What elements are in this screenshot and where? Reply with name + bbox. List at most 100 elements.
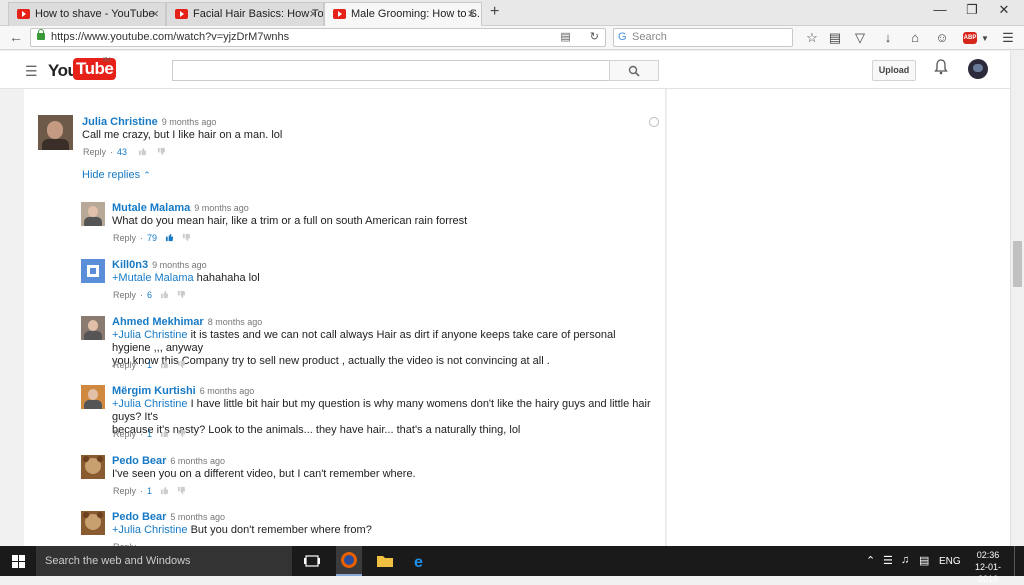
comment-text: +Julia Christine But you don't remember … bbox=[112, 524, 372, 536]
restore-icon[interactable]: ❐ bbox=[957, 2, 987, 18]
thumbs-up-icon[interactable] bbox=[160, 360, 169, 369]
action-center-icon[interactable]: ▤ bbox=[919, 554, 929, 567]
show-desktop-button[interactable] bbox=[1014, 546, 1024, 576]
reader-view-icon[interactable]: ▤ bbox=[560, 31, 570, 43]
reply-button[interactable]: Reply bbox=[113, 360, 136, 370]
close-tab-icon[interactable]: × bbox=[151, 3, 159, 25]
browser-search-placeholder: Search bbox=[632, 31, 667, 43]
url-field[interactable]: https://www.youtube.com/watch?v=yjzDrM7w… bbox=[30, 28, 606, 47]
comment-author[interactable]: Ahmed Mekhimar 8 months ago bbox=[112, 316, 262, 328]
comment-time[interactable]: 5 months ago bbox=[170, 512, 225, 522]
user-avatar[interactable] bbox=[968, 59, 988, 79]
browser-tab[interactable]: Facial Hair Basics: How To... × bbox=[166, 2, 324, 26]
upload-button[interactable]: Upload bbox=[872, 60, 916, 81]
url-text: https://www.youtube.com/watch?v=yjzDrM7w… bbox=[51, 31, 290, 43]
thumbs-down-icon[interactable] bbox=[177, 290, 186, 299]
menu-icon[interactable]: ☰ bbox=[1000, 30, 1016, 46]
thumbs-up-icon[interactable] bbox=[160, 486, 169, 495]
close-tab-icon[interactable]: × bbox=[467, 3, 475, 25]
minimize-icon[interactable]: — bbox=[925, 2, 955, 17]
guide-menu-icon[interactable]: ☰ bbox=[25, 63, 38, 80]
avatar[interactable] bbox=[38, 115, 73, 150]
youtube-search-input[interactable] bbox=[172, 60, 610, 81]
tray-overflow-icon[interactable]: ⌃ bbox=[866, 554, 875, 567]
page-scrollbar[interactable] bbox=[1010, 51, 1024, 546]
windows-start-icon[interactable] bbox=[12, 555, 25, 568]
bookmark-star-icon[interactable]: ☆ bbox=[804, 30, 820, 46]
hello-icon[interactable]: ☺ bbox=[934, 30, 950, 45]
comment-author[interactable]: Mërgim Kurtishi 6 months ago bbox=[112, 385, 254, 397]
youtube-favicon-icon bbox=[17, 9, 30, 19]
reply-button[interactable]: Reply bbox=[83, 147, 106, 157]
edge-browser-icon[interactable]: e bbox=[410, 550, 432, 572]
thumbs-up-icon[interactable] bbox=[160, 290, 169, 299]
avatar[interactable] bbox=[81, 385, 105, 409]
browser-tab[interactable]: How to shave - YouTube × bbox=[8, 2, 166, 26]
thumbs-up-icon[interactable] bbox=[138, 147, 147, 156]
comment-author[interactable]: Kill0n3 9 months ago bbox=[112, 259, 207, 271]
avatar[interactable] bbox=[81, 511, 105, 535]
search-icon bbox=[628, 65, 640, 77]
comment-options-icon[interactable] bbox=[649, 117, 659, 127]
adblock-icon[interactable]: ABP bbox=[963, 32, 977, 44]
chevron-down-icon[interactable]: ▼ bbox=[977, 34, 993, 43]
thumbs-down-icon[interactable] bbox=[177, 360, 186, 369]
mention-link[interactable]: +Julia Christine bbox=[112, 329, 188, 341]
comment-time[interactable]: 9 months ago bbox=[194, 203, 249, 213]
comment-actions: Reply · 1 bbox=[113, 486, 186, 496]
downloads-icon[interactable]: ↓ bbox=[880, 30, 896, 45]
youtube-search-button[interactable] bbox=[609, 60, 659, 81]
network-icon[interactable]: ☰ bbox=[883, 554, 893, 567]
comment-time[interactable]: 8 months ago bbox=[208, 317, 263, 327]
mention-link[interactable]: +Julia Christine bbox=[112, 524, 188, 536]
reply-button[interactable]: Reply bbox=[113, 429, 136, 439]
avatar[interactable] bbox=[81, 455, 105, 479]
bookmarks-list-icon[interactable]: ▤ bbox=[827, 30, 843, 46]
comment-time[interactable]: 6 months ago bbox=[170, 456, 225, 466]
avatar[interactable] bbox=[81, 259, 105, 283]
new-tab-button[interactable]: + bbox=[490, 3, 499, 21]
browser-tab-active[interactable]: Male Grooming: How to S... × bbox=[324, 2, 482, 26]
back-icon[interactable]: ← bbox=[9, 29, 23, 45]
taskbar-search-field[interactable]: Search the web and Windows bbox=[36, 546, 292, 576]
reply-button[interactable]: Reply bbox=[113, 233, 136, 243]
thumbs-up-icon[interactable] bbox=[160, 429, 169, 438]
thumbs-down-icon[interactable] bbox=[177, 429, 186, 438]
thumbs-down-icon[interactable] bbox=[177, 486, 186, 495]
pocket-icon[interactable]: ▽ bbox=[852, 30, 868, 46]
reply-button[interactable]: Reply bbox=[113, 486, 136, 496]
comment-author[interactable]: Julia Christine 9 months ago bbox=[82, 116, 216, 128]
browser-nav-bar: ← https://www.youtube.com/watch?v=yjzDrM… bbox=[0, 26, 1024, 50]
close-window-icon[interactable]: ✕ bbox=[989, 2, 1019, 18]
close-tab-icon[interactable]: × bbox=[309, 3, 317, 25]
comment-time[interactable]: 9 months ago bbox=[152, 260, 207, 270]
browser-search-field[interactable]: G Search bbox=[613, 28, 793, 47]
comment-time[interactable]: 9 months ago bbox=[162, 117, 217, 127]
language-indicator[interactable]: ENG bbox=[939, 556, 961, 567]
file-explorer-icon[interactable] bbox=[374, 550, 396, 572]
volume-icon[interactable]: ♫ bbox=[901, 554, 909, 566]
task-view-icon[interactable] bbox=[301, 550, 323, 572]
reply-button[interactable]: Reply bbox=[113, 290, 136, 300]
comment-time[interactable]: 6 months ago bbox=[200, 386, 255, 396]
comment-author[interactable]: Mutale Malama 9 months ago bbox=[112, 202, 249, 214]
comment-author[interactable]: Pedo Bear 6 months ago bbox=[112, 455, 225, 467]
mention-link[interactable]: +Mutale Malama bbox=[112, 272, 194, 284]
home-icon[interactable]: ⌂ bbox=[907, 30, 923, 45]
system-clock[interactable]: 02:36 12-01-2016 bbox=[968, 549, 1008, 585]
comment-author[interactable]: Pedo Bear 5 months ago bbox=[112, 511, 225, 523]
notifications-bell-icon[interactable] bbox=[934, 59, 948, 78]
reply-comment: Mërgim Kurtishi 6 months ago +Julia Christ… bbox=[81, 385, 651, 441]
thumbs-down-icon[interactable] bbox=[157, 147, 166, 156]
thumbs-down-icon[interactable] bbox=[182, 233, 191, 242]
reload-icon[interactable]: ↻ bbox=[590, 31, 599, 43]
firefox-taskbar-icon[interactable] bbox=[336, 546, 362, 576]
scrollbar-thumb[interactable] bbox=[1013, 241, 1022, 287]
avatar[interactable] bbox=[81, 316, 105, 340]
thumbs-up-icon[interactable] bbox=[165, 233, 174, 242]
hide-replies-button[interactable]: Hide replies ⌃ bbox=[82, 169, 151, 181]
mention-link[interactable]: +Julia Christine bbox=[112, 398, 188, 410]
comment-text: Call me crazy, but I like hair on a man.… bbox=[82, 129, 283, 141]
avatar[interactable] bbox=[81, 202, 105, 226]
windows-taskbar: Search the web and Windows e ⌃ ☰ ♫ ▤ ENG… bbox=[0, 546, 1024, 584]
